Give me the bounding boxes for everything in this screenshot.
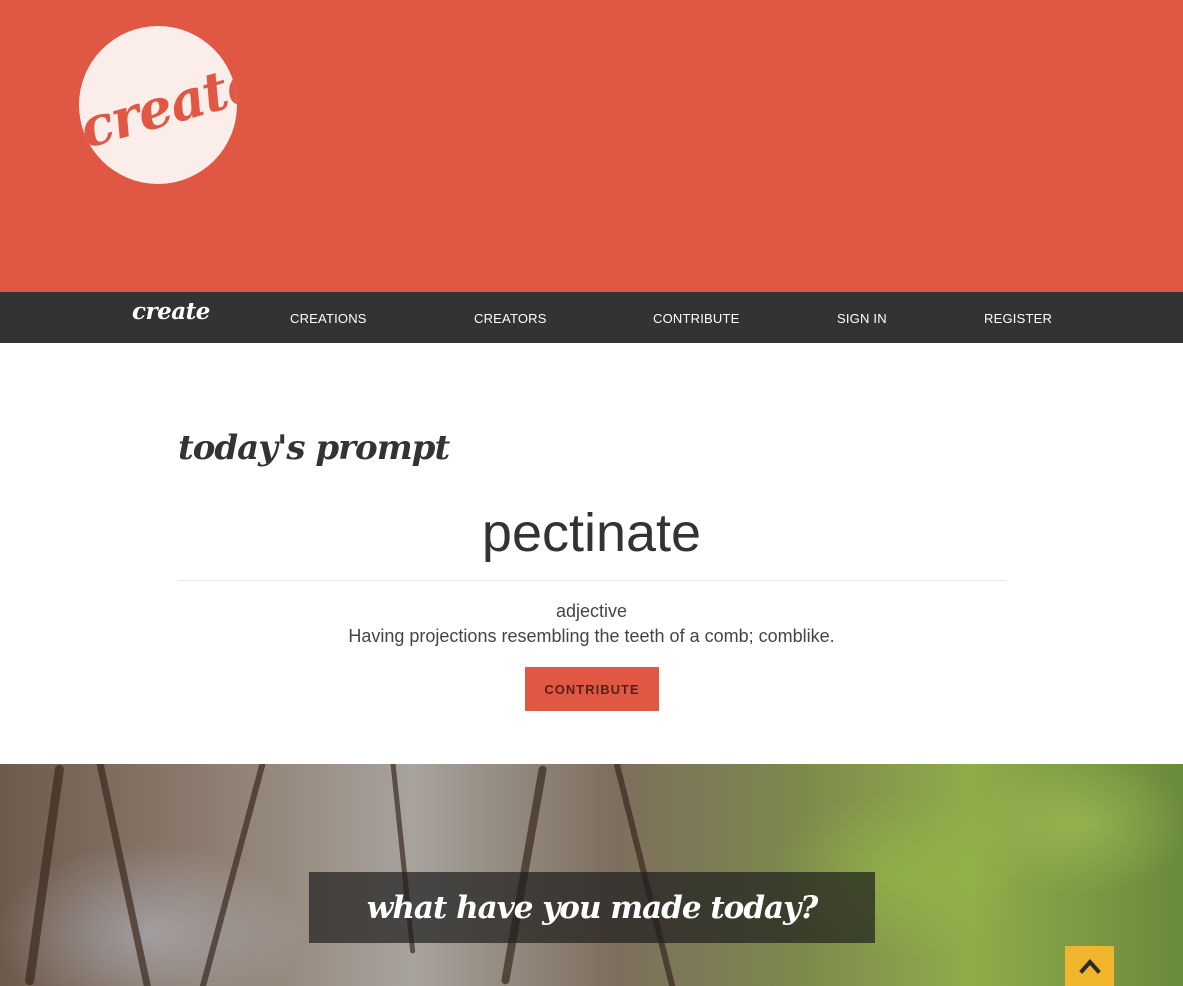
feature-caption: what have you made today? xyxy=(366,889,819,926)
tree-trunk xyxy=(93,764,154,986)
nav-item-creators[interactable]: CREATORS xyxy=(474,311,547,326)
hero-banner: create xyxy=(0,0,1183,292)
nav-item-creations[interactable]: CREATIONS xyxy=(290,311,367,326)
feature-photo: what have you made today? xyxy=(0,764,1183,986)
caption-box: what have you made today? xyxy=(309,872,875,943)
nav-brand-logo[interactable]: create xyxy=(132,298,210,325)
nav-item-sign-in[interactable]: SIGN IN xyxy=(837,311,887,326)
part-of-speech: adjective xyxy=(555,601,628,621)
contribute-button[interactable]: CONTRIBUTE xyxy=(525,667,659,711)
logo[interactable]: create xyxy=(79,26,237,184)
divider xyxy=(178,580,1006,581)
tree-trunk xyxy=(24,764,65,986)
nav-item-contribute[interactable]: CONTRIBUTE xyxy=(653,311,740,326)
nav-item-register[interactable]: REGISTER xyxy=(984,311,1052,326)
back-to-top-button[interactable] xyxy=(1065,946,1114,986)
definition: Having projections resembling the teeth … xyxy=(348,626,835,646)
logo-text: create xyxy=(79,48,237,161)
chevron-up-icon xyxy=(1078,958,1101,974)
prompt-heading: today's prompt xyxy=(178,428,450,468)
main-navbar: create CREATIONS CREATORS CONTRIBUTE SIG… xyxy=(0,292,1183,343)
prompt-word: pectinate xyxy=(481,503,702,563)
tree-trunk xyxy=(199,764,267,986)
